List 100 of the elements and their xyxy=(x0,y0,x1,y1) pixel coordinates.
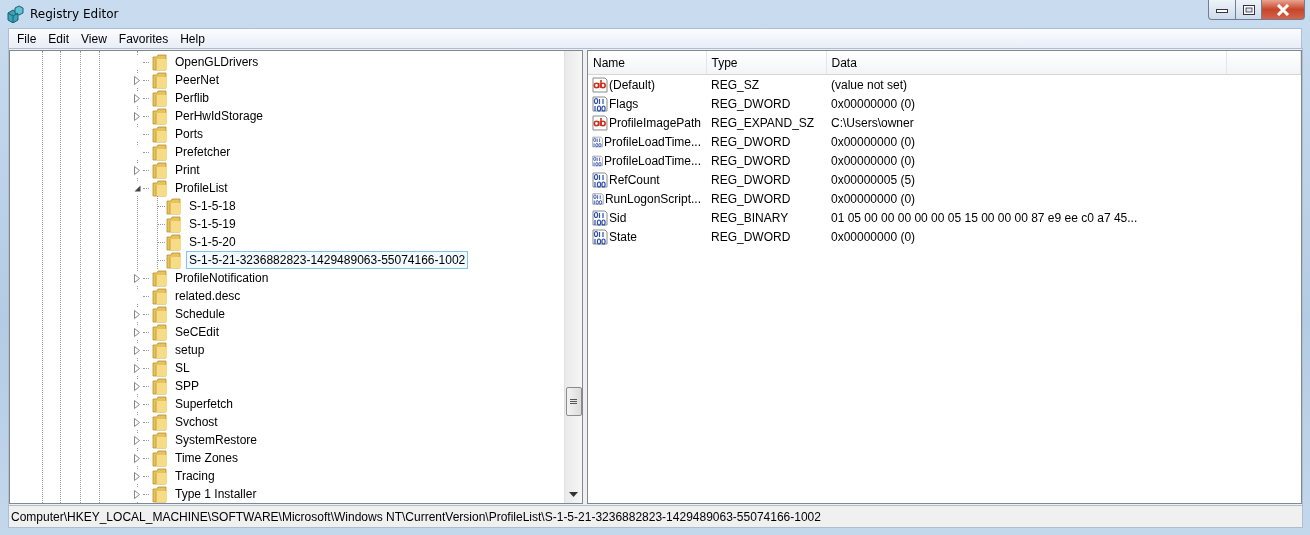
menu-item[interactable]: Edit xyxy=(42,31,76,46)
folder-icon xyxy=(152,89,168,107)
value-name[interactable]: ProfileLoadTime... xyxy=(604,134,701,149)
expand-arrow-icon[interactable] xyxy=(134,345,140,355)
value-name[interactable]: ProfileLoadTime... xyxy=(604,153,701,168)
folder-icon xyxy=(152,341,168,359)
menu-item[interactable]: File xyxy=(11,31,43,46)
folder-icon xyxy=(152,305,168,323)
value-type: REG_DWORD xyxy=(711,96,791,111)
folder-icon xyxy=(152,287,168,305)
folder-icon xyxy=(152,125,168,143)
folder-icon xyxy=(166,197,182,215)
tree-item[interactable]: related.desc xyxy=(172,287,244,305)
scroll-down-arrow-icon[interactable] xyxy=(569,492,578,497)
menu-item[interactable]: Help xyxy=(174,31,211,46)
expand-arrow-icon[interactable] xyxy=(134,399,140,409)
status-path: Computer\HKEY_LOCAL_MACHINE\SOFTWARE\Microsoft\Windows NT\CurrentVersion\ProfileList\S-1-5-21-3236882823-1429489063-55074166-1002 xyxy=(11,509,821,524)
tree-item[interactable]: S-1-5-20 xyxy=(186,233,239,251)
tree-item[interactable]: SeCEdit xyxy=(172,323,223,341)
tree-item[interactable]: Time Zones xyxy=(172,449,241,467)
binary-value-icon xyxy=(592,190,604,207)
tree-item[interactable]: Prefetcher xyxy=(172,143,234,161)
folder-icon xyxy=(152,395,168,413)
value-name[interactable]: RefCount xyxy=(609,172,660,187)
tree-item[interactable]: Schedule xyxy=(172,305,229,323)
tree-item[interactable]: Svchost xyxy=(172,413,221,431)
folder-icon xyxy=(152,161,168,179)
expand-arrow-icon[interactable] xyxy=(134,453,140,463)
tree-item[interactable]: Type 1 Installer xyxy=(172,485,260,503)
expand-arrow-icon[interactable] xyxy=(134,471,140,481)
folder-icon xyxy=(166,215,182,233)
value-name[interactable]: State xyxy=(609,229,638,244)
value-name[interactable]: (Default) xyxy=(609,77,655,92)
folder-icon xyxy=(152,53,168,71)
expand-arrow-icon[interactable] xyxy=(134,93,140,103)
expand-arrow-icon[interactable] xyxy=(134,435,140,445)
column-header[interactable]: Name xyxy=(588,51,706,75)
folder-icon xyxy=(152,449,168,467)
expand-arrow-icon[interactable] xyxy=(134,75,140,85)
tree-item[interactable]: ProfileNotification xyxy=(172,269,272,287)
tree-item[interactable]: ProfileList xyxy=(172,179,231,197)
menu-item[interactable]: View xyxy=(75,31,113,46)
expand-arrow-icon[interactable] xyxy=(134,363,140,373)
folder-icon xyxy=(152,71,168,89)
value-type: REG_EXPAND_SZ xyxy=(711,115,815,130)
expand-arrow-icon[interactable] xyxy=(134,417,140,427)
folder-icon xyxy=(152,359,168,377)
value-name[interactable]: Flags xyxy=(609,96,639,111)
tree-item[interactable]: Print xyxy=(172,161,203,179)
scroll-thumb[interactable] xyxy=(565,387,582,416)
value-name[interactable]: RunLogonScript... xyxy=(604,191,701,206)
tree-item[interactable]: SL xyxy=(172,359,193,377)
value-type: REG_DWORD xyxy=(711,172,791,187)
value-name[interactable]: ProfileImagePath xyxy=(608,115,701,130)
column-header[interactable]: Data xyxy=(826,51,1226,75)
expand-arrow-icon[interactable] xyxy=(134,111,140,121)
expand-arrow-icon[interactable] xyxy=(134,309,140,319)
tree-item[interactable]: PerHwIdStorage xyxy=(172,107,267,125)
maximize-icon xyxy=(1242,4,1255,15)
column-header[interactable]: Type xyxy=(706,51,826,75)
value-data: 0x00000000 (0) xyxy=(831,153,916,168)
expand-arrow-icon[interactable] xyxy=(134,489,140,499)
value-type: REG_DWORD xyxy=(711,134,791,149)
string-value-icon xyxy=(592,76,608,93)
tree-item[interactable]: SystemRestore xyxy=(172,431,261,449)
folder-icon xyxy=(152,467,168,485)
folder-icon xyxy=(152,323,168,341)
tree-item[interactable]: Ports xyxy=(172,125,206,143)
tree-item[interactable]: Superfetch xyxy=(172,395,237,413)
maximize-button[interactable] xyxy=(1236,0,1262,20)
value-data: 0x00000000 (0) xyxy=(831,191,916,206)
tree-item[interactable]: OpenGLDrivers xyxy=(172,53,262,71)
tree-item[interactable]: SPP xyxy=(172,377,202,395)
folder-icon xyxy=(152,413,168,431)
tree-item[interactable]: Perflib xyxy=(172,89,212,107)
folder-icon xyxy=(166,251,182,269)
expand-arrow-icon[interactable] xyxy=(134,327,140,337)
value-type: REG_DWORD xyxy=(711,191,791,206)
value-name[interactable]: Sid xyxy=(609,210,627,225)
expand-arrow-icon[interactable] xyxy=(134,165,140,175)
value-data: 0x00000000 (0) xyxy=(831,134,916,149)
value-type: REG_DWORD xyxy=(711,153,791,168)
expand-arrow-icon[interactable] xyxy=(134,381,140,391)
tree-item[interactable]: S-1-5-18 xyxy=(186,197,239,215)
tree-item[interactable]: S-1-5-19 xyxy=(186,215,239,233)
tree-item[interactable]: setup xyxy=(172,341,208,359)
minimize-button[interactable] xyxy=(1208,0,1236,20)
tree-item[interactable]: Tracing xyxy=(172,467,218,485)
menu-item[interactable]: Favorites xyxy=(112,31,175,46)
value-data: 0x00000005 (5) xyxy=(831,172,916,187)
binary-value-icon xyxy=(592,95,608,112)
vertical-scrollbar[interactable] xyxy=(564,51,582,503)
expand-arrow-icon[interactable] xyxy=(134,273,140,283)
tree-item[interactable]: PeerNet xyxy=(172,71,223,89)
folder-icon xyxy=(152,269,168,287)
tree-item[interactable]: S-1-5-21-3236882823-1429489063-55074166-1002 xyxy=(186,251,469,269)
close-button[interactable] xyxy=(1262,0,1305,20)
value-type: REG_SZ xyxy=(711,77,759,92)
binary-value-icon xyxy=(592,171,608,188)
collapse-arrow-icon[interactable] xyxy=(133,184,141,192)
